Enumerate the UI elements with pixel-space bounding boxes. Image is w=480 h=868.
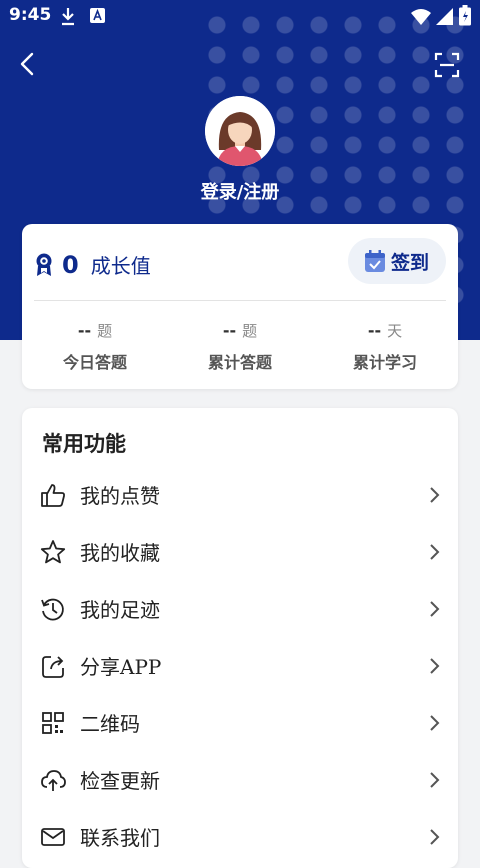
signal-icon — [436, 8, 453, 25]
stat-value: -- — [367, 321, 382, 340]
menu-item-label: 我的足迹 — [80, 598, 160, 622]
star-icon — [40, 540, 66, 564]
menu-item-label: 联系我们 — [80, 826, 160, 850]
menu-item-label: 分享APP — [80, 655, 162, 679]
status-time: 9:45 — [9, 5, 52, 25]
menu-item-check-update[interactable]: 检查更新 — [22, 751, 458, 808]
chevron-right-icon — [430, 715, 440, 731]
cloud-upload-icon — [41, 770, 66, 791]
menu-item-favorites[interactable]: 我的收藏 — [22, 523, 458, 580]
stat-unit: 天 — [387, 322, 403, 340]
stat-total-study-days: -- 天 累计学习 — [320, 320, 450, 373]
calendar-check-icon — [364, 250, 385, 272]
battery-icon — [459, 5, 471, 26]
chevron-right-icon — [430, 601, 440, 617]
stat-label: 累计学习 — [352, 353, 417, 372]
menu-item-label: 我的点赞 — [80, 484, 160, 508]
stat-label: 累计答题 — [207, 353, 272, 372]
stat-unit: 题 — [97, 322, 113, 340]
menu-item-contact-us[interactable]: 联系我们 — [22, 808, 458, 865]
a-notification-icon — [90, 8, 105, 23]
menu-item-label: 二维码 — [80, 712, 140, 736]
chevron-right-icon — [430, 658, 440, 674]
common-functions-card: 常用功能 我的点赞 我的收藏 我的足迹 分享APP 二维码 检查更新 联系我们 — [22, 408, 458, 868]
thumbs-up-icon — [41, 484, 65, 507]
growth-label: 成长值 — [90, 254, 151, 278]
stat-value: -- — [77, 321, 92, 340]
back-icon[interactable] — [14, 48, 42, 80]
medal-icon — [36, 253, 52, 276]
download-icon — [62, 8, 74, 26]
signin-button[interactable]: 签到 — [348, 238, 446, 284]
qrcode-icon — [42, 712, 64, 734]
divider — [34, 300, 446, 301]
history-icon — [41, 598, 64, 621]
menu-item-qrcode[interactable]: 二维码 — [22, 694, 458, 751]
chevron-right-icon — [430, 487, 440, 503]
avatar[interactable] — [205, 96, 275, 166]
wifi-icon — [411, 9, 431, 25]
chevron-right-icon — [430, 772, 440, 788]
stat-unit: 题 — [242, 322, 258, 340]
signin-label: 签到 — [390, 251, 429, 274]
menu-item-label: 检查更新 — [80, 769, 160, 793]
growth-number: 0 — [62, 250, 79, 279]
growth-card: 0 成长值 签到 -- 题 今日答题 -- 题 累计答题 -- 天 累计学习 — [22, 224, 458, 389]
stat-value: -- — [222, 321, 237, 340]
menu-item-label: 我的收藏 — [80, 541, 160, 565]
avatar-girl-icon — [205, 96, 275, 166]
chevron-right-icon — [430, 829, 440, 845]
section-title: 常用功能 — [42, 432, 126, 456]
chevron-right-icon — [430, 544, 440, 560]
share-icon — [42, 656, 64, 678]
scan-icon[interactable] — [434, 52, 460, 78]
status-bar: 9:45 — [0, 0, 480, 32]
growth-value: 0 成长值 — [34, 250, 151, 279]
stat-label: 今日答题 — [62, 353, 127, 372]
login-register-link[interactable]: 登录/注册 — [0, 178, 480, 204]
menu-item-likes[interactable]: 我的点赞 — [22, 466, 458, 523]
stat-today-answers: -- 题 今日答题 — [30, 320, 160, 373]
menu-item-share-app[interactable]: 分享APP — [22, 637, 458, 694]
stat-total-answers: -- 题 累计答题 — [175, 320, 305, 373]
menu-item-history[interactable]: 我的足迹 — [22, 580, 458, 637]
mail-icon — [41, 828, 65, 846]
